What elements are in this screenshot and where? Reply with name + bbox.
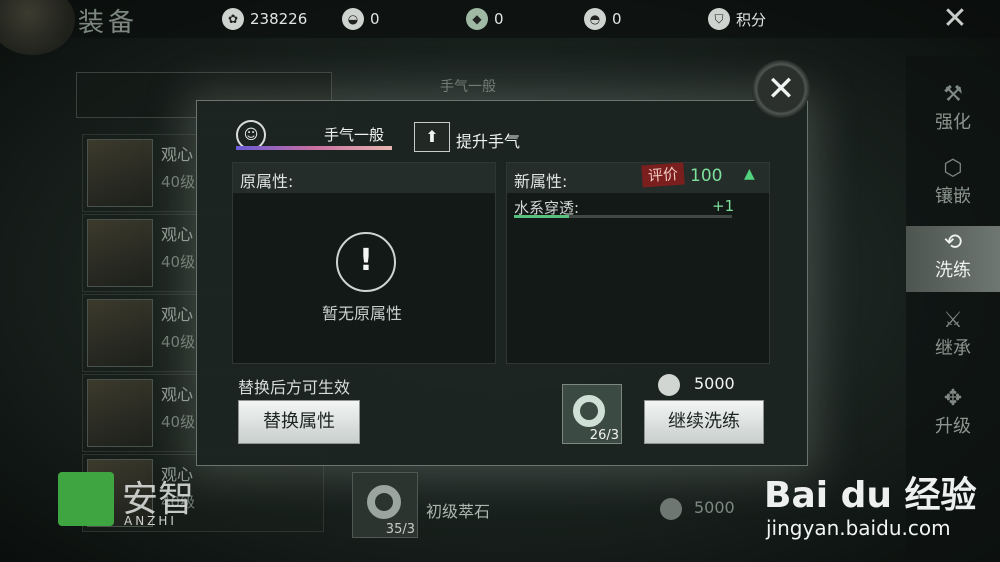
item-name: 观心	[161, 385, 194, 404]
stat-value: +1	[712, 197, 735, 215]
stat-bar-fill	[514, 215, 569, 218]
arrow-up-green-icon: ▲	[744, 166, 755, 182]
new-attributes-title: 新属性:	[514, 172, 568, 191]
item-level: 40级	[161, 253, 196, 271]
bowl-icon: ◒	[342, 8, 364, 30]
gem-icon: ⬡	[943, 156, 963, 181]
item-level: 40级	[161, 173, 196, 191]
baidu-watermark-url: jingyan.baidu.com	[766, 516, 951, 540]
currency-pouch-value: 0	[612, 10, 622, 28]
refine-stone-slot[interactable]: 26/3	[562, 384, 622, 444]
item-name: 观心	[161, 305, 194, 324]
upgrade-icon: ✥	[943, 386, 963, 411]
bottom-stone-name: 初级萃石	[426, 502, 491, 521]
luck-bar	[236, 146, 392, 150]
eval-stamp: 评价	[641, 162, 685, 188]
currency-coin: ✿ 238226	[222, 8, 307, 30]
tab-refine[interactable]: ⟲ 洗练	[906, 226, 1000, 292]
coin-icon	[660, 498, 682, 520]
stone-count: 26/3	[589, 428, 619, 443]
bottom-stone-slot[interactable]: 35/3	[352, 472, 418, 538]
inherit-icon: ⚔	[943, 308, 963, 333]
replace-attributes-button[interactable]: 替换属性	[238, 400, 360, 444]
currency-jade-value: 0	[494, 10, 504, 28]
currency-bowl-value: 0	[370, 10, 380, 28]
baidu-watermark: Bai du 经验	[764, 475, 977, 516]
improve-luck-button[interactable]: ⬆	[414, 122, 450, 152]
tab-label: 继承	[935, 338, 971, 359]
coin-icon	[658, 374, 680, 396]
background-luck-label: 手气一般	[440, 79, 496, 95]
improve-luck-label[interactable]: 提升手气	[456, 128, 520, 152]
tab-label: 升级	[935, 416, 971, 437]
original-attributes-title: 原属性:	[240, 172, 294, 191]
close-page-button[interactable]: ✕	[938, 2, 972, 36]
exclamation-icon: !	[336, 232, 396, 292]
refine-icon: ⟲	[943, 230, 963, 255]
equipment-thumbnail	[87, 139, 153, 207]
item-level: 40级	[161, 413, 196, 431]
bottom-cost: 5000	[694, 498, 735, 517]
pouch-icon: ◓	[584, 8, 606, 30]
jade-icon: ◆	[466, 8, 488, 30]
tab-inlay[interactable]: ⬡ 镶嵌	[906, 152, 1000, 218]
hammer-icon: ⚒	[943, 82, 963, 107]
tab-strengthen[interactable]: ⚒ 强化	[906, 78, 1000, 144]
equipment-thumbnail	[87, 219, 153, 287]
item-name: 观心	[161, 145, 194, 164]
tab-label: 强化	[935, 112, 971, 133]
empty-original-text: 暂无原属性	[322, 304, 403, 323]
item-name: 观心	[161, 225, 194, 244]
tab-inherit[interactable]: ⚔ 继承	[906, 304, 1000, 370]
continue-refine-button[interactable]: 继续洗练	[644, 400, 764, 444]
luck-label: 手气一般	[324, 126, 385, 144]
currency-jade: ◆ 0	[466, 8, 504, 30]
page-title: 装备	[78, 8, 139, 38]
stone-ring-icon	[367, 485, 401, 519]
background-luck-tab: 手气一般	[340, 68, 670, 104]
currency-pouch: ◓ 0	[584, 8, 622, 30]
item-level: 40级	[161, 333, 196, 351]
anzhi-watermark-sub: ANZHI	[124, 514, 177, 528]
new-attributes-panel	[506, 162, 770, 364]
stat-bar	[514, 215, 732, 218]
anzhi-logo-icon	[58, 472, 114, 526]
tab-upgrade[interactable]: ✥ 升级	[906, 382, 1000, 448]
equipment-thumbnail	[87, 299, 153, 367]
equipment-thumbnail	[87, 379, 153, 447]
replace-hint: 替换后方可生效	[238, 378, 351, 397]
refine-cost: 5000	[694, 374, 735, 393]
tab-label: 洗练	[935, 260, 971, 281]
arrow-up-icon: ⬆	[425, 127, 439, 146]
eval-score: 100	[690, 166, 723, 186]
shield-points-icon: ⛉	[708, 8, 730, 30]
currency-points-label: 积分	[736, 10, 767, 29]
tab-label: 镶嵌	[935, 186, 971, 207]
stone-ring-icon	[573, 395, 605, 427]
currency-coin-value: 238226	[250, 10, 308, 28]
coin-icon: ✿	[222, 8, 244, 30]
currency-points[interactable]: ⛉ 积分	[708, 8, 766, 30]
bottom-stone-count: 35/3	[385, 522, 415, 537]
currency-bowl: ◒ 0	[342, 8, 380, 30]
close-dialog-button[interactable]: ✕	[752, 60, 810, 118]
